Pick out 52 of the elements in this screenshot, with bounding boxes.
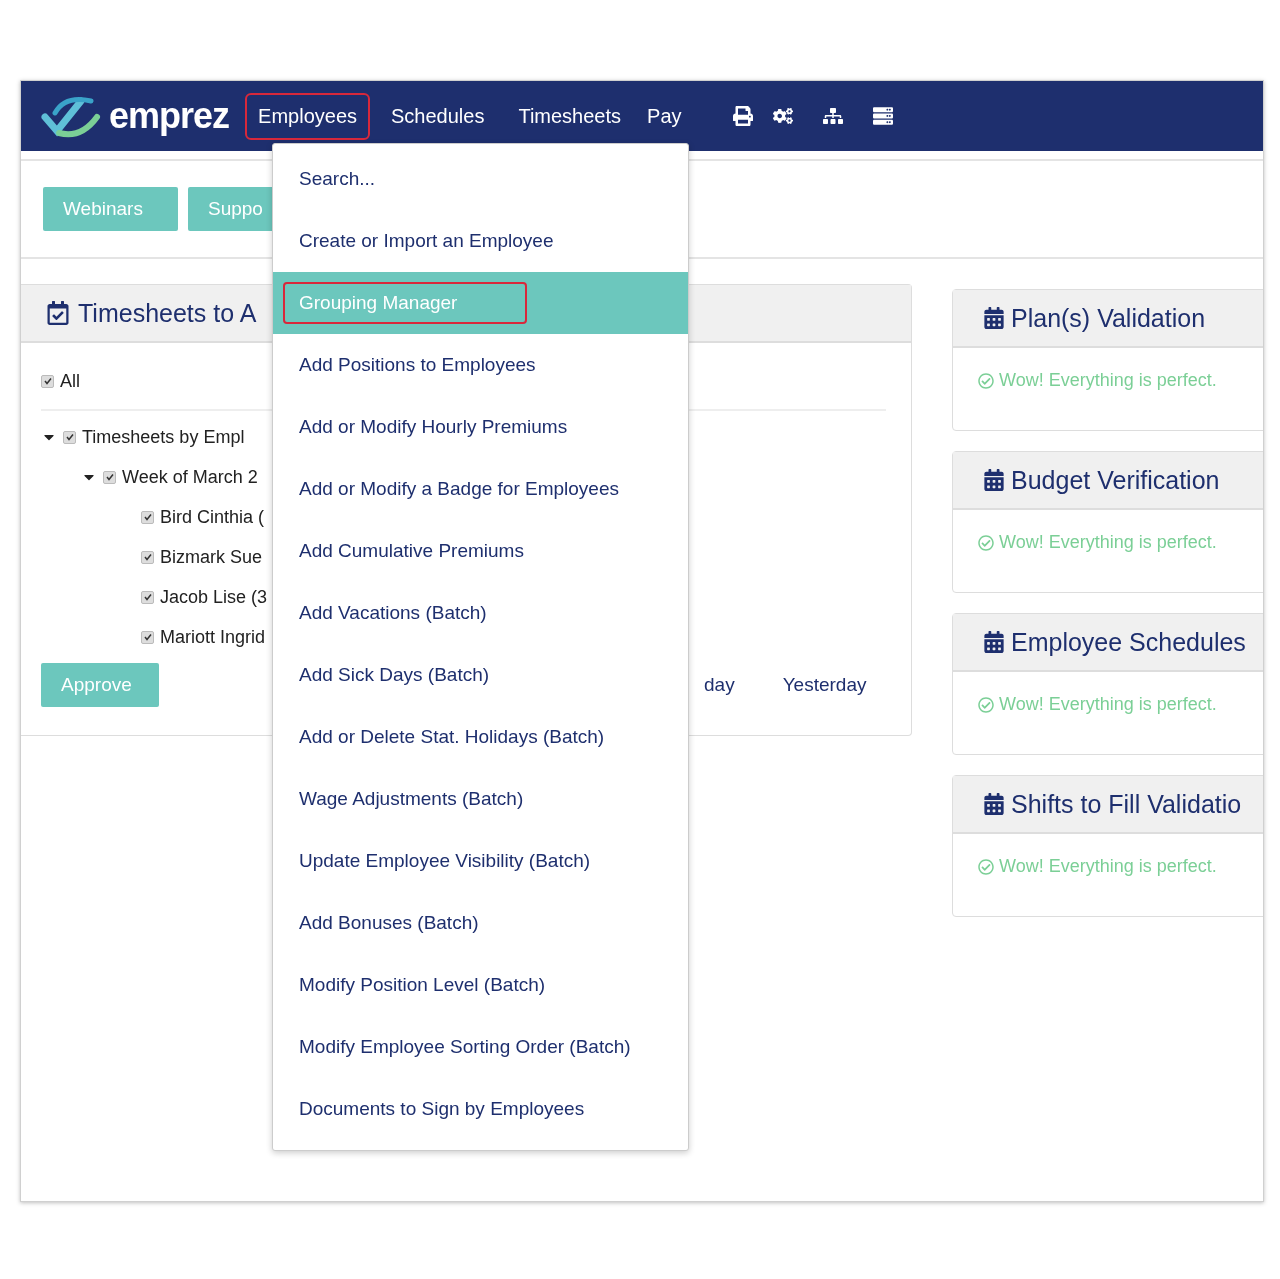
checkbox[interactable] xyxy=(103,470,116,484)
calendar-check-icon xyxy=(46,301,70,325)
calendar-icon xyxy=(983,307,1005,329)
server-icon[interactable] xyxy=(872,106,893,126)
menu-item[interactable]: Add or Delete Stat. Holidays (Batch) xyxy=(273,706,688,768)
tree-item-label: Timesheets by Empl xyxy=(82,426,245,448)
nav-link[interactable]: Employees xyxy=(245,92,370,140)
menu-item[interactable]: Update Employee Visibility (Batch) xyxy=(273,830,688,892)
status-message: Wow! Everything is perfect. xyxy=(999,694,1217,715)
tree-item-label: Bird Cinthia ( xyxy=(160,506,265,528)
menu-item[interactable]: Wage Adjustments (Batch) xyxy=(273,768,688,830)
panel-title: Budget Verification xyxy=(1011,465,1220,495)
tree-item-label: Bizmark Sue xyxy=(160,546,263,568)
calendar-icon xyxy=(983,469,1005,491)
checkbox[interactable] xyxy=(63,430,76,444)
menu-item[interactable]: Add Sick Days (Batch) xyxy=(273,644,688,706)
nav-link[interactable]: Schedules xyxy=(378,92,498,140)
printer-icon[interactable] xyxy=(732,106,753,126)
panel-title: Timesheets to A xyxy=(78,298,257,328)
menu-item[interactable]: Add Cumulative Premiums xyxy=(273,520,688,582)
panel-title: Employee Schedules xyxy=(1011,627,1246,657)
tree-item-label: Week of March 2 xyxy=(122,466,258,488)
calendar-icon xyxy=(983,631,1005,653)
sitemap-icon[interactable] xyxy=(822,106,843,126)
nav-link[interactable]: Timesheets xyxy=(505,92,635,140)
panel-title: Plan(s) Validation xyxy=(1011,303,1206,333)
menu-item[interactable]: Add Vacations (Batch) xyxy=(273,582,688,644)
calendar-icon xyxy=(983,793,1005,815)
status-message: Wow! Everything is perfect. xyxy=(999,370,1217,391)
tree-item-label: Mariott Ingrid xyxy=(160,626,266,648)
column-label: day xyxy=(704,674,735,696)
checkbox[interactable] xyxy=(141,550,154,564)
logo-text: emprez xyxy=(109,95,230,137)
checkbox[interactable] xyxy=(141,630,154,644)
checkbox[interactable] xyxy=(141,510,154,524)
tree-item-label: Jacob Lise (3 xyxy=(160,586,268,608)
nav-link[interactable]: Pay xyxy=(634,92,695,140)
checkbox[interactable] xyxy=(41,374,54,388)
column-label: Yesterday xyxy=(782,674,867,696)
panel-title: Shifts to Fill Validatio xyxy=(1011,789,1242,819)
menu-item[interactable]: Add Positions to Employees xyxy=(273,334,688,396)
status-message: Wow! Everything is perfect. xyxy=(999,532,1217,553)
status-message: Wow! Everything is perfect. xyxy=(999,856,1217,877)
checkbox[interactable] xyxy=(141,590,154,604)
checkbox-label: All xyxy=(60,370,80,392)
menu-item[interactable]: Add Bonuses (Batch) xyxy=(273,892,688,954)
menu-item[interactable]: Add or Modify a Badge for Employees xyxy=(273,458,688,520)
menu-item[interactable]: Documents to Sign by Employees xyxy=(273,1078,688,1140)
settings-icon[interactable] xyxy=(772,106,793,126)
menu-item[interactable]: Modify Employee Sorting Order (Batch) xyxy=(273,1016,688,1078)
menu-item[interactable]: Modify Position Level (Batch) xyxy=(273,954,688,1016)
menu-item[interactable]: Add or Modify Hourly Premiums xyxy=(273,396,688,458)
